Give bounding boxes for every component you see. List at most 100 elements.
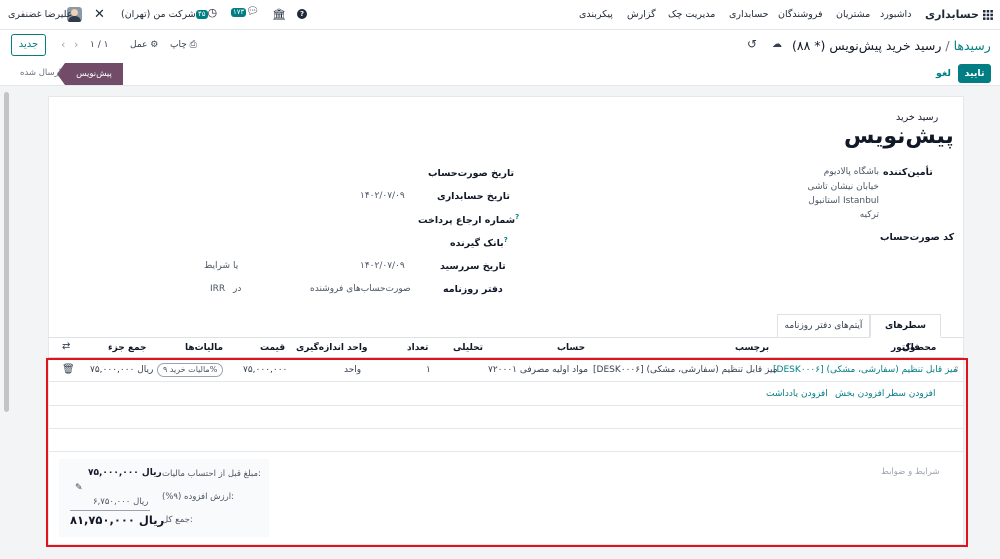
row-uom[interactable]: واحد [344, 365, 361, 375]
print-label: چاپ [170, 40, 187, 50]
bank-label: بانک گیرنده? [450, 236, 508, 249]
debug-tools-icon[interactable]: ✕ [94, 7, 105, 22]
speech-bubble-icon: 💬︎ [246, 6, 259, 17]
vendor-address-line: ترکیه [859, 210, 879, 220]
chat-icon[interactable]: ۱۷۳ 💬︎ [231, 6, 259, 17]
menu-configuration[interactable]: پیکربندی [579, 9, 613, 20]
activity-icon[interactable]: ۴۵ ◷ [196, 6, 217, 19]
help-tooltip-icon[interactable]: ? [504, 236, 508, 244]
help-tooltip-icon[interactable]: ? [515, 213, 519, 221]
action-label: عمل [130, 40, 148, 50]
totals-divider [70, 510, 150, 511]
tax-tag: مالیات خرید ۹% [157, 363, 224, 377]
help-icon[interactable]: ? [297, 9, 307, 19]
payment-terms-field[interactable]: شرایط [204, 261, 230, 271]
bill-ref-label: کد صورت‌حساب [880, 232, 955, 243]
col-account[interactable]: حساب [557, 343, 585, 353]
clock-icon: ◷ [207, 6, 218, 19]
col-label[interactable]: برچسب [735, 343, 769, 353]
discard-icon[interactable]: ↺ [747, 37, 757, 51]
menu-accounting[interactable]: حسابداری [729, 9, 769, 20]
activity-count: ۴۵ [196, 10, 208, 19]
page-title: پیش‌نویس [844, 124, 954, 149]
printer-icon: ⎙ [189, 40, 197, 50]
vendor-label: تأمین‌کننده [883, 167, 933, 178]
col-price[interactable]: قیمت [260, 343, 285, 353]
column-settings-icon[interactable]: ⇄ [62, 341, 70, 352]
menu-dashboard[interactable]: داشبورد [880, 9, 911, 20]
vendor-address-line: خیابان نیشان تاشی [807, 182, 880, 192]
due-date-field[interactable]: ۱۴۰۲/۰۷/۰۹ [360, 261, 405, 271]
col-uom[interactable]: واحد اندازه‌گیری [296, 343, 368, 353]
pager-value[interactable]: ۱ / ۱ [90, 40, 108, 50]
row-label[interactable]: [DESK۰۰۰۶] میز قابل تنظیم (سفارشی، مشکی) [593, 365, 778, 375]
terms-field[interactable]: شرایط و ضوابط [881, 467, 940, 477]
untaxed-label: مبلغ قبل از احتساب مالیات: [162, 469, 261, 479]
user-name[interactable]: علیرضا غضنفری [8, 9, 72, 20]
chat-count: ۱۷۳ [231, 8, 247, 17]
payment-ref-label: شماره ارجاع پرداخت? [418, 213, 519, 226]
cancel-button[interactable]: لغو [936, 68, 951, 79]
invoice-date-label: تاریخ صورت‌حساب [428, 168, 515, 179]
payment-ref-text: شماره ارجاع پرداخت [418, 215, 516, 227]
delete-row-icon[interactable]: 🗑︎ [62, 364, 75, 375]
stage-draft: پیش‌نویس [57, 63, 123, 85]
accounting-date-field[interactable]: ۱۴۰۲/۰۷/۰۹ [360, 191, 405, 201]
vendor-address-line: استانبول Istanbul [808, 196, 879, 206]
row-price[interactable]: ۷۵,۰۰۰,۰۰۰ [243, 365, 287, 375]
vat-value: ریال ۶,۷۵۰,۰۰۰ [93, 497, 149, 507]
stage-sent[interactable]: ارسال شده [20, 68, 61, 78]
col-taxes[interactable]: مالیات‌ها [185, 343, 223, 353]
row-account[interactable]: ۷۲۰۰۰۱ مواد اولیه مصرفی [488, 365, 588, 375]
row-quantity[interactable]: ۱ [426, 365, 431, 375]
journal-field[interactable]: صورت‌حساب‌های فروشنده [310, 284, 411, 294]
pager-next-icon[interactable]: › [74, 38, 78, 51]
currency-field[interactable]: IRR [210, 284, 225, 294]
tab-invoice-lines[interactable]: سطرهای فاکتور [870, 314, 941, 353]
untaxed-value: ریال ۷۵,۰۰۰,۰۰۰ [88, 468, 162, 478]
row-tax[interactable]: مالیات خرید ۹% [157, 363, 224, 377]
confirm-button[interactable]: تایید [958, 64, 991, 83]
menu-vendors[interactable]: فروشندگان [778, 9, 823, 20]
row-divider [48, 451, 964, 452]
col-subtotal[interactable]: جمع جزء [108, 343, 147, 353]
menu-customers[interactable]: مشتریان [836, 9, 870, 20]
company-switcher[interactable]: شرکت من (تهران) [121, 9, 196, 20]
total-label: جمع کل: [162, 515, 193, 525]
breadcrumb-current: رسید خرید پیش‌نویس (* ۸۸) [792, 38, 942, 53]
vendor-address-line[interactable]: باشگاه پالادیوم [799, 167, 879, 177]
new-button[interactable]: جدید [11, 34, 46, 56]
action-menu[interactable]: عمل ⚙ [130, 40, 158, 50]
col-quantity[interactable]: تعداد [407, 343, 428, 353]
row-product[interactable]: [DESK۰۰۰۶] میز قابل تنظیم (سفارشی، مشکی) [773, 365, 958, 375]
cloud-upload-icon[interactable]: ☁ [772, 39, 782, 50]
app-brand[interactable]: حسابداری [925, 8, 979, 21]
add-section-link[interactable]: افزودن بخش [835, 389, 884, 399]
row-divider [48, 381, 964, 382]
edit-pencil-icon[interactable]: ✎ [75, 483, 83, 493]
accounting-date-label: تاریخ حسابداری [437, 191, 510, 202]
status-row [0, 62, 1000, 86]
pager-prev-icon[interactable]: ‹ [61, 38, 65, 51]
or-text: یا [233, 261, 239, 271]
vat-label: ارزش افزوده (۹%): [162, 492, 234, 502]
breadcrumb-parent[interactable]: رسیدها [954, 38, 991, 53]
header-divider [48, 357, 964, 358]
add-note-link[interactable]: افزودن یادداشت [766, 389, 828, 399]
in-text: در [233, 284, 242, 294]
tab-journal-items[interactable]: آیتم‌های دفتر روزنامه [777, 314, 870, 338]
row-divider [48, 428, 964, 429]
row-divider [48, 405, 964, 406]
add-line-link[interactable]: افزودن سطر [886, 389, 935, 399]
menu-reporting[interactable]: گزارش [627, 9, 656, 20]
print-menu[interactable]: چاپ ⎙ [170, 40, 197, 50]
bank-icon[interactable]: 🏛︎ [272, 8, 286, 21]
journal-label: دفتر روزنامه [443, 284, 503, 295]
total-value: ریال ۸۱,۷۵۰,۰۰۰ [70, 513, 165, 527]
page-scrollbar[interactable] [4, 92, 9, 412]
col-analytic[interactable]: تحلیلی [453, 343, 483, 353]
doc-type: رسید خرید [896, 112, 939, 123]
menu-check-management[interactable]: مدیریت چک [668, 9, 715, 20]
apps-menu-icon[interactable] [983, 10, 993, 20]
row-subtotal: ۷۵,۰۰۰,۰۰۰ ریال [90, 365, 154, 375]
